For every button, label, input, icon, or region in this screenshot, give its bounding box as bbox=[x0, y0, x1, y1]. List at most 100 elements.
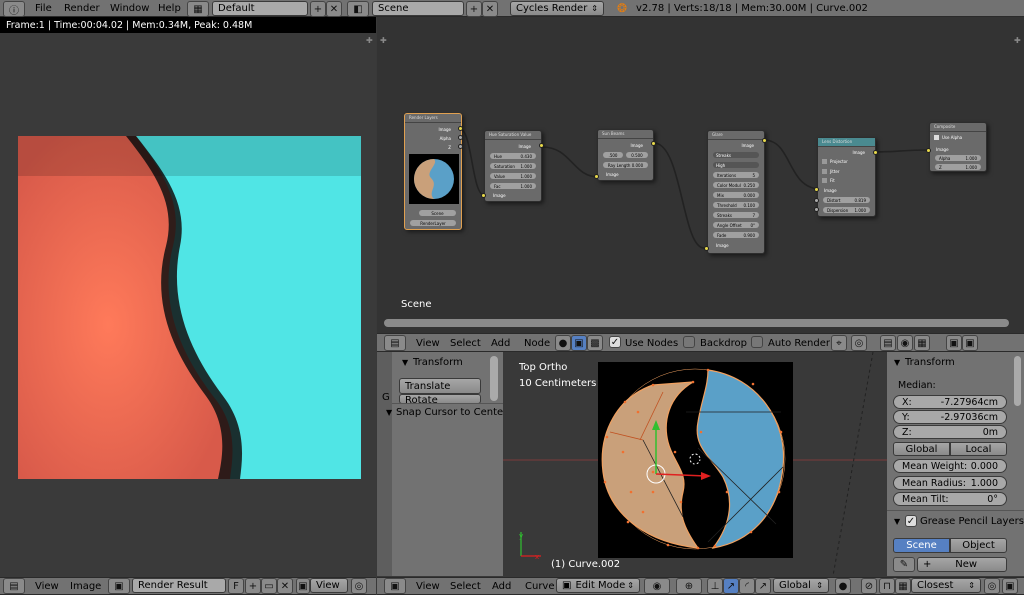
projector-checkbox[interactable]: Projector bbox=[822, 159, 848, 164]
tab-grease-pencil[interactable]: G bbox=[382, 392, 390, 403]
mean-radius-field[interactable]: Mean Radius: 1.000 bbox=[893, 476, 1007, 490]
socket[interactable] bbox=[762, 138, 767, 143]
socket[interactable] bbox=[814, 198, 819, 203]
socket[interactable] bbox=[539, 143, 544, 148]
glare-streaks-field[interactable]: Streaks 7 bbox=[713, 212, 759, 218]
image-name-field[interactable]: Render Result bbox=[132, 578, 226, 593]
socket[interactable] bbox=[926, 148, 931, 153]
global-toggle[interactable]: Global bbox=[893, 442, 950, 456]
jitter-checkbox[interactable]: Jitter bbox=[822, 169, 840, 174]
distort-field[interactable]: Distort 0.819 bbox=[823, 197, 870, 203]
z-field[interactable]: Z 1.000 bbox=[935, 164, 981, 170]
node-scene-field[interactable]: Scene bbox=[419, 210, 456, 216]
render-engine-select[interactable]: Cycles Render ⇕ bbox=[510, 1, 604, 16]
delete-layout-icon[interactable]: ✕ bbox=[326, 1, 342, 17]
fit-checkbox[interactable]: Fit bbox=[822, 178, 835, 183]
local-toggle[interactable]: Local bbox=[950, 442, 1007, 456]
gp-scene-toggle[interactable]: Scene bbox=[893, 538, 950, 553]
backdrop-view-icon[interactable]: ▦ bbox=[914, 335, 930, 351]
tool-shelf-scrollbar[interactable] bbox=[490, 356, 498, 401]
paste-nodes-icon[interactable]: ◉ bbox=[897, 335, 913, 351]
socket[interactable] bbox=[814, 187, 819, 192]
glare-mix-field[interactable]: Mix 0.000 bbox=[713, 192, 759, 198]
fake-user-button[interactable]: F bbox=[228, 578, 244, 594]
socket[interactable] bbox=[704, 246, 709, 251]
open-image-icon[interactable]: ▭ bbox=[261, 578, 277, 594]
socket[interactable] bbox=[594, 174, 599, 179]
glare-fade-field[interactable]: Fade 0.900 bbox=[713, 232, 759, 238]
backdrop-checkbox[interactable] bbox=[683, 336, 695, 348]
translate-button[interactable]: Translate bbox=[399, 378, 481, 394]
render-anim-icon[interactable]: ▣ bbox=[962, 335, 978, 351]
glare-color-mod-field[interactable]: Color Modul 0.250 bbox=[713, 182, 759, 188]
pencil-icon[interactable]: ✎ bbox=[893, 557, 915, 572]
view-select[interactable]: View bbox=[310, 578, 348, 593]
transform-header-toggle[interactable]: ▼ bbox=[402, 358, 408, 367]
median-y-field[interactable]: Y: -2.97036cm bbox=[893, 410, 1007, 424]
sunbeam-x-field[interactable]: .500 bbox=[603, 152, 623, 158]
screen-layout-icon[interactable]: ▦ bbox=[187, 1, 209, 17]
menu-node-view[interactable]: View bbox=[416, 338, 440, 349]
hsv-fac-field[interactable]: Fac 1.000 bbox=[490, 183, 536, 189]
glare-threshold-field[interactable]: Threshold 0.100 bbox=[713, 202, 759, 208]
snap-header-toggle[interactable]: ▼ bbox=[386, 408, 392, 417]
add-image-icon[interactable]: + bbox=[245, 578, 261, 594]
node-sun-beams[interactable]: Sun Beams Image .500 0.500 Ray Length 0.… bbox=[597, 129, 654, 181]
props-transform-toggle[interactable]: ▼ bbox=[894, 358, 900, 367]
image-browse-icon[interactable]: ▣ bbox=[108, 578, 130, 594]
info-icon[interactable]: ⓘ bbox=[3, 1, 25, 17]
delete-scene-icon[interactable]: ✕ bbox=[482, 1, 498, 17]
median-x-field[interactable]: X: -7.27964cm bbox=[893, 395, 1007, 409]
socket[interactable] bbox=[458, 135, 463, 140]
close-image-icon[interactable]: ✕ bbox=[277, 578, 293, 594]
glare-type-select[interactable]: Streaks bbox=[713, 152, 759, 158]
snap-target-select[interactable]: Closest ⇕ bbox=[911, 578, 981, 593]
editor-type-icon[interactable]: ▣ bbox=[384, 578, 406, 594]
gp-new-button[interactable]: + New bbox=[917, 557, 1007, 572]
pin-icon[interactable]: ◎ bbox=[351, 578, 367, 594]
hsv-hue-field[interactable]: Hue 0.430 bbox=[490, 153, 536, 159]
menu-node-add[interactable]: Add bbox=[491, 338, 510, 349]
auto-render-checkbox[interactable] bbox=[751, 336, 763, 348]
menu-3d-add[interactable]: Add bbox=[492, 581, 511, 592]
snap-icon[interactable]: ⌖ bbox=[831, 335, 847, 351]
socket[interactable] bbox=[873, 150, 878, 155]
menu-node-select[interactable]: Select bbox=[450, 338, 481, 349]
editor-type-icon[interactable]: ▤ bbox=[3, 578, 25, 594]
use-nodes-checkbox[interactable]: ✓ bbox=[609, 336, 621, 348]
socket[interactable] bbox=[458, 126, 463, 131]
node-glare[interactable]: Glare Image Streaks High Iterations 5 Col… bbox=[707, 130, 765, 254]
mode-select[interactable]: ▣ Edit Mode ⇕ bbox=[556, 578, 640, 593]
gp-object-toggle[interactable]: Object bbox=[950, 538, 1007, 553]
glare-angle-field[interactable]: Angle Offset 0° bbox=[713, 222, 759, 228]
editor-type-icon[interactable]: ▤ bbox=[384, 335, 406, 351]
menu-help[interactable]: Help bbox=[158, 3, 181, 14]
layout-field[interactable]: Default bbox=[212, 1, 308, 16]
socket[interactable] bbox=[814, 207, 819, 212]
socket[interactable] bbox=[458, 144, 463, 149]
menu-window[interactable]: Window bbox=[110, 3, 149, 14]
alpha-field[interactable]: Alpha 1.000 bbox=[935, 155, 981, 161]
opengl-render-icon[interactable]: ▣ bbox=[1002, 578, 1018, 594]
scene-icon[interactable]: ◧ bbox=[347, 1, 369, 17]
node-hue-saturation[interactable]: Hue Saturation Value Image Hue 0.430 Satu… bbox=[484, 130, 542, 202]
snap-magnet-icon[interactable]: ⊓ bbox=[879, 578, 895, 594]
props-scrollbar[interactable] bbox=[1014, 356, 1021, 406]
rotate-manipulator-icon[interactable]: ◜ bbox=[739, 578, 755, 594]
snap-target-icon[interactable]: ◎ bbox=[851, 335, 867, 351]
dispersion-field[interactable]: Dispersion 1.000 bbox=[823, 207, 870, 213]
hsv-value-field[interactable]: Value 1.000 bbox=[490, 173, 536, 179]
mean-weight-field[interactable]: Mean Weight: 0.000 bbox=[893, 459, 1007, 473]
translate-manipulator-icon[interactable]: ↗ bbox=[723, 578, 739, 594]
render-preview-icon[interactable]: ◎ bbox=[984, 578, 1000, 594]
add-layout-icon[interactable]: + bbox=[310, 1, 326, 17]
node-layer-field[interactable]: RenderLayer bbox=[410, 220, 456, 226]
scale-manipulator-icon[interactable]: ↗ bbox=[755, 578, 771, 594]
menu-3d-view[interactable]: View bbox=[416, 581, 440, 592]
snap-element-icon[interactable]: ▦ bbox=[895, 578, 911, 594]
node-editor-scrollbar[interactable] bbox=[384, 319, 1009, 327]
pivot-point-icon[interactable]: ⊕ bbox=[676, 578, 702, 594]
gp-toggle[interactable]: ▼ bbox=[894, 517, 900, 526]
gp-layers-checkbox[interactable]: ✓ bbox=[905, 515, 917, 527]
layer-icon[interactable]: ● bbox=[835, 578, 851, 594]
